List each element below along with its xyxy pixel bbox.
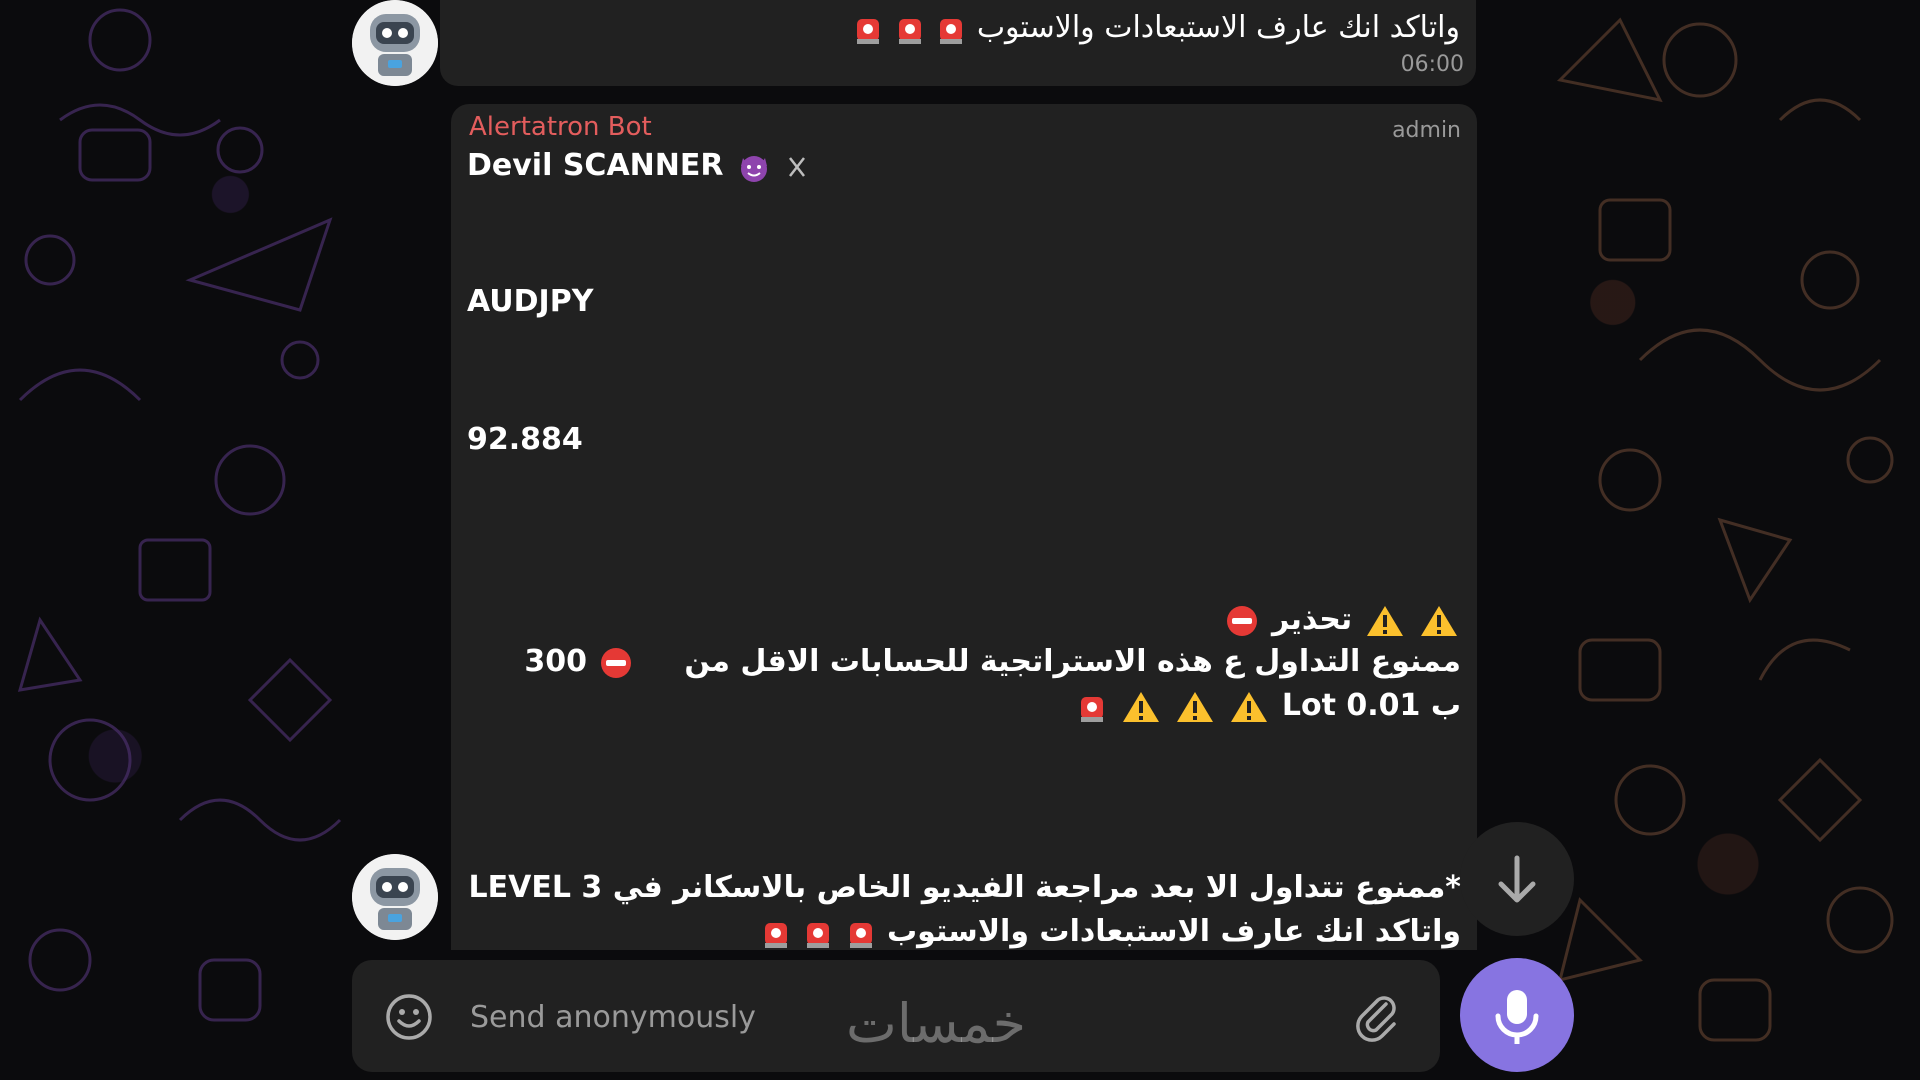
no-entry-icon <box>601 647 632 678</box>
message-title: Devil SCANNER <box>467 148 724 183</box>
warning-icon <box>1176 691 1213 722</box>
paperclip-icon[interactable] <box>1352 990 1402 1044</box>
voice-record-button[interactable] <box>1460 958 1574 1072</box>
robot-icon <box>352 0 438 86</box>
bot-avatar[interactable] <box>352 854 438 940</box>
warning-line-1: ممنوع التداول ع هذه الاستراتجية للحسابات… <box>524 642 1461 682</box>
warning-icon <box>1421 605 1457 636</box>
no-entry-icon <box>1227 605 1258 636</box>
microphone-icon <box>1495 990 1539 1044</box>
price: 92.884 <box>467 422 583 457</box>
message-timestamp: 06:00 <box>1400 52 1464 77</box>
footer-line-1: *ممنوع تتداول الا بعد مراجعة الفيديو الخ… <box>469 868 1462 908</box>
footer-text-2: واتاكد انك عارف الاستبعادات والاستوب <box>887 914 1461 949</box>
siren-icon <box>764 922 787 948</box>
dollar-sign-icon: $ <box>649 647 651 680</box>
symbol: AUDJPY <box>467 284 594 319</box>
watermark: خمسات <box>846 992 1027 1055</box>
previous-message-text: واتاكد انك عارف الاستبعادات والاستوب <box>976 10 1460 45</box>
previous-message-text-row: واتاكد انك عارف الاستبعادات والاستوب <box>852 8 1460 48</box>
footer-text-1: *ممنوع تتداول الا بعد مراجعة الفيديو الخ… <box>612 870 1461 905</box>
svg-text:$: $ <box>649 647 651 680</box>
message-bubble[interactable]: Alertatron Bot admin Devil SCANNER AUDJP… <box>451 104 1477 950</box>
footer-level: LEVEL 3 <box>468 870 603 905</box>
smiley-icon[interactable] <box>384 992 434 1042</box>
warning-amount: 300 <box>524 644 588 679</box>
warning-icon <box>1366 605 1403 636</box>
chat-view: واتاكد انك عارف الاستبعادات والاستوب 06:… <box>0 0 1920 1080</box>
message-title-row: Devil SCANNER <box>467 146 810 186</box>
previous-message-bubble[interactable]: واتاكد انك عارف الاستبعادات والاستوب 06:… <box>440 0 1476 86</box>
warning-icon <box>1231 691 1268 722</box>
warning-lot: Lot 0.01 <box>1281 688 1421 723</box>
siren-icon <box>849 922 872 948</box>
warning-line-2: ب Lot 0.01 <box>1076 686 1461 726</box>
scroll-down-button[interactable] <box>1460 822 1574 936</box>
warning-prefix: ب <box>1430 688 1461 723</box>
crossed-swords-icon <box>789 156 806 177</box>
footer-line-2: واتاكد انك عارف الاستبعادات والاستوب <box>760 912 1461 950</box>
warning-title: تحذير <box>1271 602 1353 637</box>
siren-icon <box>1081 696 1104 722</box>
siren-icon <box>857 18 880 44</box>
robot-icon <box>352 854 438 940</box>
warning-icon <box>1122 691 1159 722</box>
siren-icon <box>940 18 963 44</box>
warning-title-row: تحذير <box>1223 600 1461 640</box>
bot-avatar[interactable] <box>352 0 438 86</box>
sender-name[interactable]: Alertatron Bot <box>469 112 652 142</box>
siren-icon <box>898 18 921 44</box>
admin-badge: admin <box>1392 118 1461 143</box>
warning-text-1: ممنوع التداول ع هذه الاستراتجية للحسابات… <box>684 644 1461 679</box>
siren-icon <box>807 922 830 948</box>
arrow-down-icon <box>1498 855 1536 903</box>
smiling-imp-icon <box>740 155 767 182</box>
